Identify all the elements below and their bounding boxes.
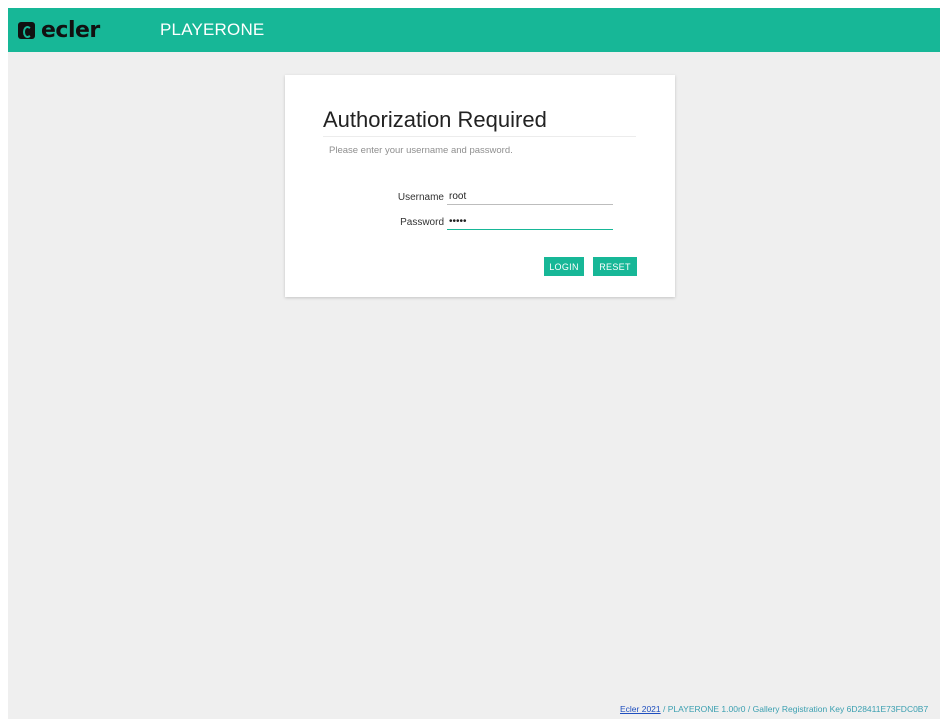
top-bar: ecler PLAYERONE	[8, 8, 940, 52]
ecler-logo[interactable]: ecler	[18, 17, 100, 43]
username-field[interactable]	[447, 189, 613, 205]
username-label: Username	[397, 192, 444, 203]
title-divider	[323, 136, 636, 137]
ecler-logo-icon	[18, 21, 35, 39]
app-title: PLAYERONE	[160, 20, 265, 39]
card-subtitle: Please enter your username and password.	[329, 145, 513, 156]
browser-window: ecler PLAYERONE Authorization Required P…	[8, 8, 940, 719]
login-button[interactable]: LOGIN	[544, 257, 584, 276]
card-title: Authorization Required	[323, 107, 547, 132]
reset-button[interactable]: RESET	[593, 257, 637, 276]
password-field[interactable]	[447, 214, 613, 230]
password-label: Password	[400, 217, 444, 228]
footer-info: / PLAYERONE 1.00r0 / Gallery Registratio…	[660, 704, 929, 714]
ecler-footer-link[interactable]: Ecler 2021	[620, 704, 661, 714]
footer: Ecler 2021 / PLAYERONE 1.00r0 / Gallery …	[620, 704, 928, 714]
logo-text: ecler	[41, 17, 100, 43]
login-card: Authorization Required Please enter your…	[285, 75, 675, 297]
